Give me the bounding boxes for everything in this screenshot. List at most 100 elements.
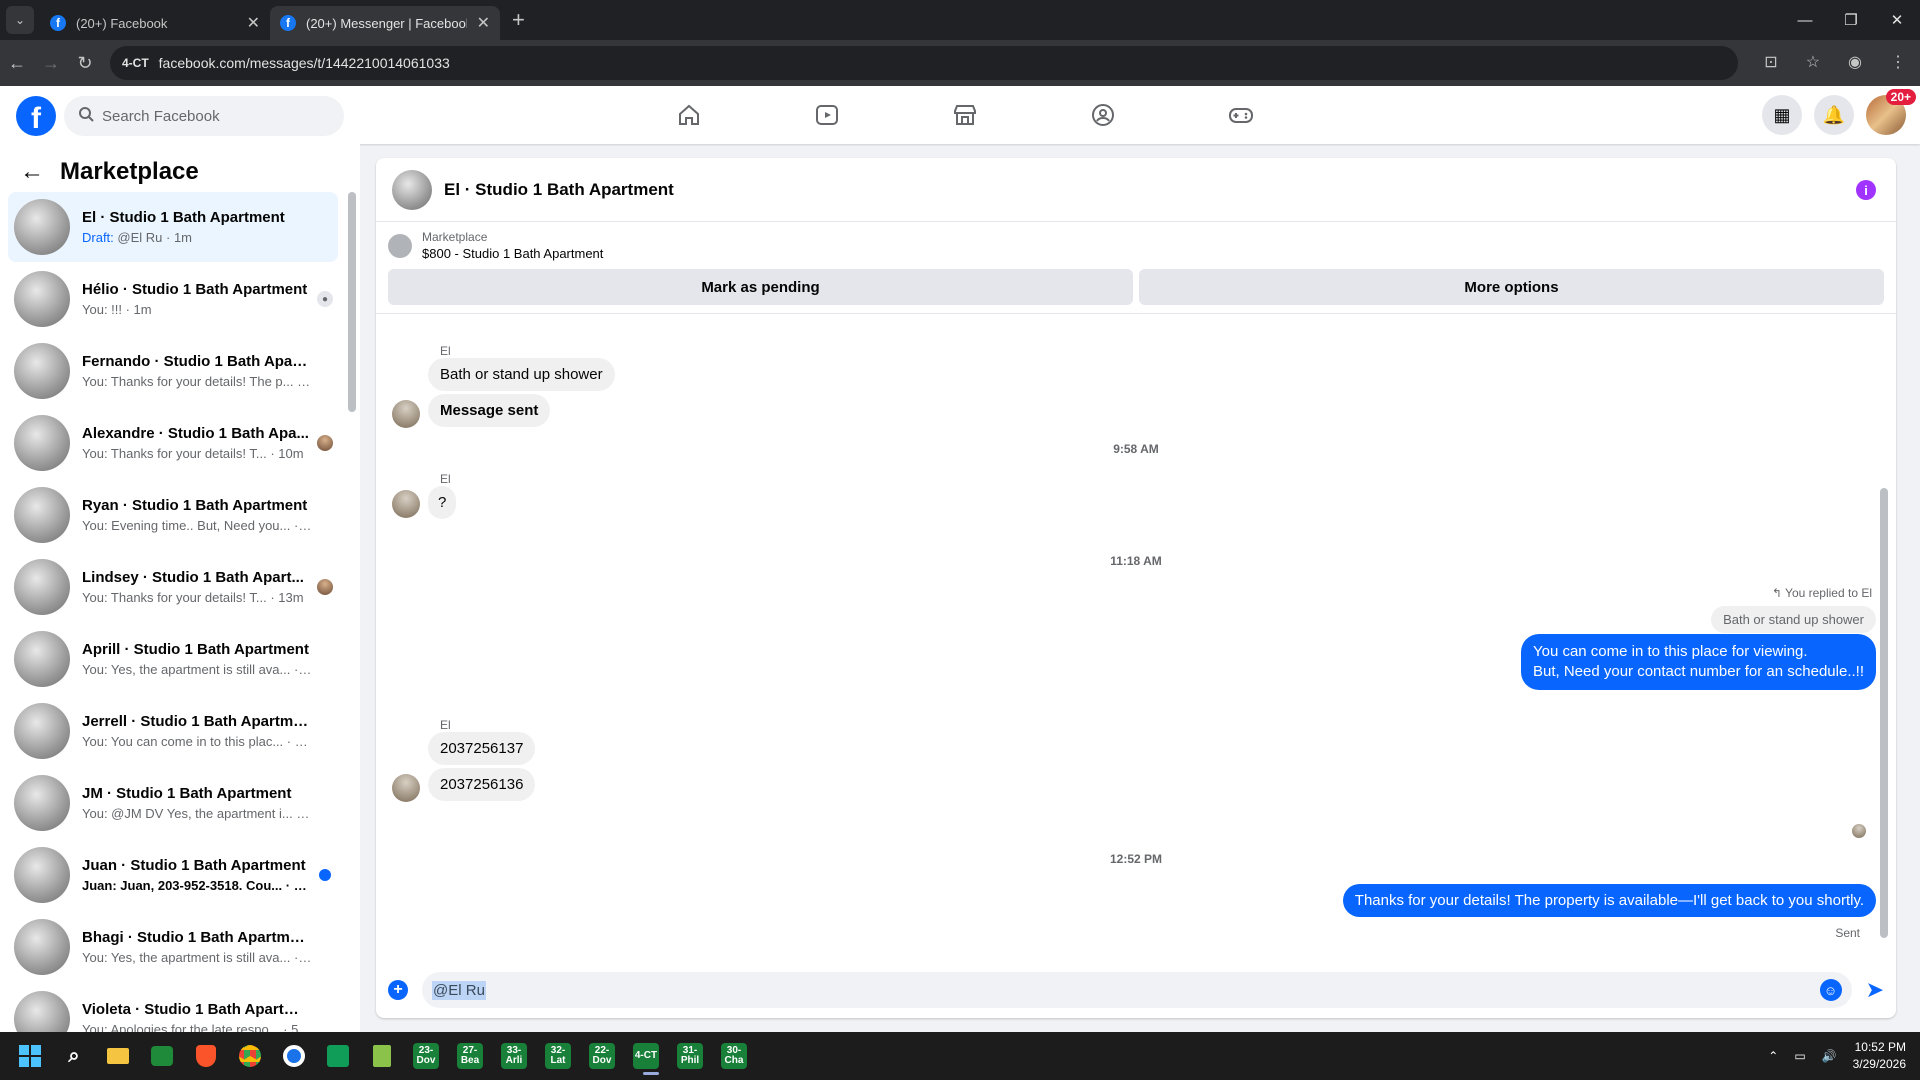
minimize-button[interactable]: — <box>1782 0 1828 40</box>
address-bar[interactable]: 4-CT facebook.com/messages/t/14422100140… <box>110 46 1738 80</box>
outgoing-message[interactable]: Thanks for your details! The property is… <box>1342 884 1876 917</box>
conversation-item[interactable]: Lindsey · Studio 1 Bath Apart... You: Tha… <box>8 552 338 622</box>
mark-as-pending-button[interactable]: Mark as pending <box>388 269 1133 305</box>
spreadsheet-window-icon[interactable]: 33-Arli <box>501 1043 527 1069</box>
preview-text: You: @JM DV Yes, the apartment i... · 16… <box>82 806 312 821</box>
profile-icon[interactable]: ◉ <box>1848 52 1862 72</box>
sender-avatar[interactable] <box>392 774 420 802</box>
conversation-text: Fernando · Studio 1 Bath Apart... You: Th… <box>82 353 312 389</box>
facebook-logo[interactable]: f <box>16 96 56 136</box>
url-text[interactable]: facebook.com/messages/t/1442210014061033 <box>159 55 450 71</box>
spreadsheet-window-icon[interactable]: 32-Lat <box>545 1043 571 1069</box>
incoming-message[interactable]: Bath or stand up shower <box>428 358 615 391</box>
windows-start-icon[interactable] <box>12 1038 48 1074</box>
conversation-item[interactable]: Bhagi · Studio 1 Bath Apartment You: Yes,… <box>8 912 338 982</box>
notepad-icon[interactable] <box>364 1038 400 1074</box>
conversation-item[interactable]: El · Studio 1 Bath Apartment Draft: @El R… <box>8 192 338 262</box>
conversation-avatar <box>14 631 70 687</box>
conversation-name: Ryan · Studio 1 Bath Apartment <box>82 497 308 514</box>
conversation-item[interactable]: Fernando · Studio 1 Bath Apart... You: Th… <box>8 336 338 406</box>
conversation-name: Lindsey · Studio 1 Bath Apart... <box>82 569 304 586</box>
groups-icon[interactable] <box>1034 86 1172 144</box>
back-icon[interactable]: ← <box>0 53 34 74</box>
chevron-up-icon[interactable]: ⌃ <box>1768 1049 1778 1063</box>
sender-avatar[interactable] <box>392 400 420 428</box>
browser-tab-facebook[interactable]: f (20+) Facebook ✕ <box>40 6 270 40</box>
file-explorer-icon[interactable] <box>100 1038 136 1074</box>
conversation-item[interactable]: Alexandre · Studio 1 Bath Apa... You: Tha… <box>8 408 338 478</box>
more-options-button[interactable]: More options <box>1139 269 1884 305</box>
incoming-message[interactable]: 2037256137 <box>428 732 536 765</box>
send-icon[interactable]: ➤ <box>1866 977 1884 1003</box>
seen-avatar-icon <box>317 435 333 451</box>
bookmark-star-icon[interactable]: ☆ <box>1806 52 1820 72</box>
plus-icon[interactable]: + <box>388 980 408 1000</box>
replied-message-quote[interactable]: Bath or stand up shower <box>1711 606 1876 633</box>
search-facebook-input[interactable]: Search Facebook <box>64 96 344 136</box>
outgoing-message[interactable]: You can come in to this place for viewin… <box>1520 634 1876 690</box>
facebook-favicon-icon: f <box>50 15 66 31</box>
volume-icon[interactable]: 🔊 <box>1822 1049 1837 1063</box>
chat-title[interactable]: El · Studio 1 Bath Apartment <box>444 180 674 200</box>
restore-button[interactable]: ❐ <box>1828 0 1874 40</box>
info-icon[interactable]: i <box>1856 180 1876 200</box>
spreadsheet-window-icon[interactable]: 22-Dov <box>589 1043 615 1069</box>
home-icon[interactable] <box>620 86 758 144</box>
listing-actions: Mark as pending More options <box>376 265 1896 314</box>
reload-icon[interactable]: ↻ <box>68 53 102 74</box>
spreadsheet-window-icon[interactable]: 23-Dov <box>413 1043 439 1069</box>
video-icon[interactable] <box>758 86 896 144</box>
conversation-item[interactable]: Ryan · Studio 1 Bath Apartment You: Eveni… <box>8 480 338 550</box>
incoming-message[interactable]: ? <box>428 486 457 519</box>
incoming-message[interactable]: Message sent <box>428 394 551 427</box>
conversation-item[interactable]: JM · Studio 1 Bath Apartment You: @JM DV … <box>8 768 338 838</box>
listing-info[interactable]: Marketplace $800 - Studio 1 Bath Apartme… <box>376 222 1896 265</box>
forward-icon[interactable]: → <box>34 53 68 74</box>
conversation-item[interactable]: Hélio · Studio 1 Bath Apartment You: !!! … <box>8 264 338 334</box>
marketplace-icon[interactable] <box>896 86 1034 144</box>
close-tab-icon[interactable]: ✕ <box>247 13 260 33</box>
conversation-text: Alexandre · Studio 1 Bath Apa... You: Tha… <box>82 425 312 461</box>
search-icon[interactable]: ⌕ <box>56 1038 92 1074</box>
display-icon[interactable]: ▭ <box>1794 1049 1805 1063</box>
chat-avatar[interactable] <box>392 169 432 210</box>
preview-text: You: Yes, the apartment is still ava... … <box>82 662 312 677</box>
emoji-icon[interactable]: ☺ <box>1819 979 1842 1001</box>
spreadsheet-window-icon[interactable]: 31-Phil <box>677 1043 703 1069</box>
menu-grid-button[interactable]: ▦ <box>1762 95 1802 135</box>
new-tab-button[interactable]: + <box>512 7 525 33</box>
preview-text: You: Evening time.. But, Need you... · 1… <box>82 518 312 533</box>
spreadsheet-window-icon[interactable]: 27-Bea <box>457 1043 483 1069</box>
incoming-message[interactable]: 2037256136 <box>428 768 536 801</box>
conversation-preview: You: Thanks for your details! T... · 13m <box>82 590 312 605</box>
conversation-item[interactable]: Juan · Studio 1 Bath Apartment Juan: Juan… <box>8 840 338 910</box>
tab-search-button[interactable]: ⌄ <box>6 6 34 34</box>
clock[interactable]: 10:52 PM 3/29/2026 <box>1853 1039 1906 1073</box>
gaming-icon[interactable] <box>1172 86 1310 144</box>
message-input[interactable]: @El Ru ☺ <box>422 972 1852 1008</box>
app-icon[interactable] <box>320 1038 356 1074</box>
conversation-item[interactable]: Aprill · Studio 1 Bath Apartment You: Yes… <box>8 624 338 694</box>
account-avatar[interactable]: 20+ <box>1866 89 1916 135</box>
spreadsheet-window-icon[interactable]: 4-CT <box>633 1043 659 1075</box>
sidebar-scrollbar[interactable] <box>348 192 356 412</box>
close-tab-icon[interactable]: ✕ <box>477 13 490 33</box>
back-arrow-icon[interactable]: ← <box>20 158 44 186</box>
spreadsheet-window-icon[interactable]: 30-Cha <box>721 1043 747 1069</box>
chat-scrollbar[interactable] <box>1880 488 1888 938</box>
conversation-name: Bhagi · Studio 1 Bath Apartment <box>82 929 312 946</box>
chrome-profile-icon[interactable] <box>276 1038 312 1074</box>
site-info-chip[interactable]: 4-CT <box>122 56 149 70</box>
browser-tab-messenger[interactable]: f (20+) Messenger | Facebook ✕ <box>270 6 500 40</box>
sender-avatar[interactable] <box>392 490 420 518</box>
chrome-icon[interactable] <box>232 1038 268 1074</box>
brave-browser-icon[interactable] <box>188 1038 224 1074</box>
preview-text: @El Ru · 1m <box>113 230 193 245</box>
install-app-icon[interactable]: ⊡ <box>1764 52 1777 72</box>
conversation-item[interactable]: Jerrell · Studio 1 Bath Apartment You: Yo… <box>8 696 338 766</box>
notifications-button[interactable]: 🔔 <box>1814 95 1854 135</box>
menu-kebab-icon[interactable]: ⋮ <box>1890 52 1906 72</box>
app-icon[interactable] <box>144 1038 180 1074</box>
close-window-button[interactable]: ✕ <box>1874 0 1920 40</box>
conversation-item[interactable]: Violeta · Studio 1 Bath Apartment You: Ap… <box>8 984 338 1032</box>
